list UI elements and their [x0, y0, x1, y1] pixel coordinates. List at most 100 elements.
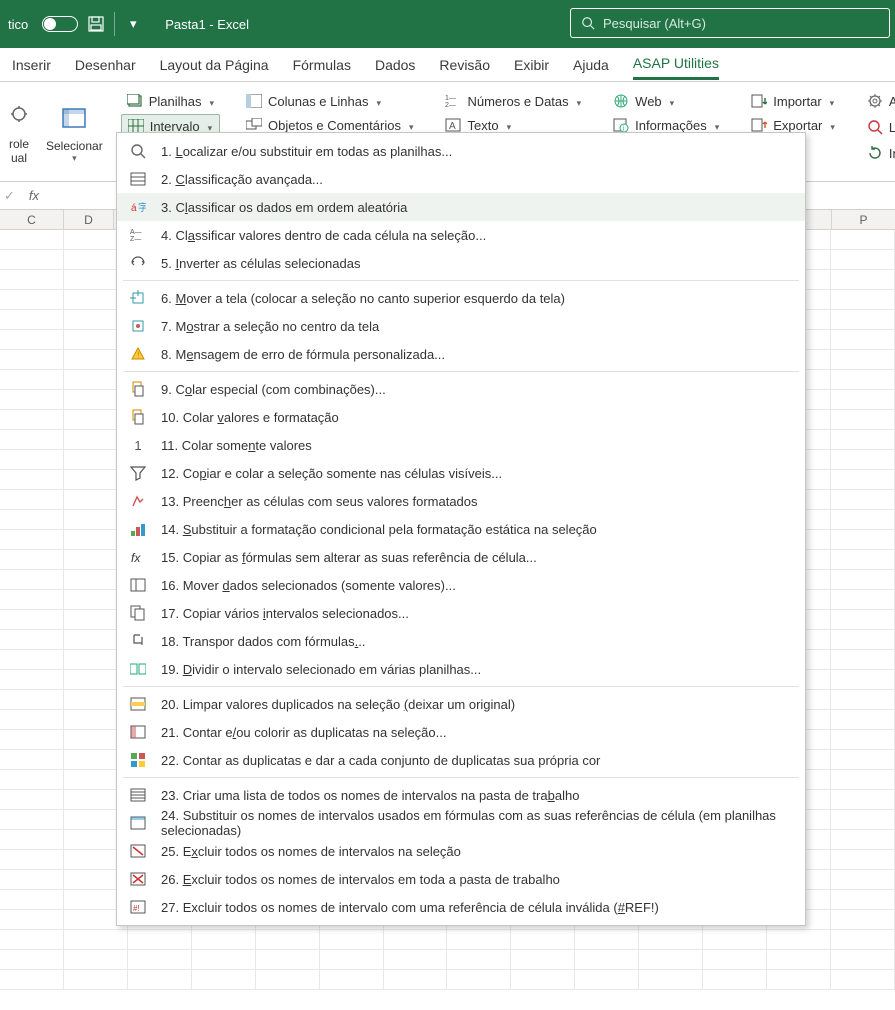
cell[interactable] [831, 930, 895, 949]
cell[interactable] [575, 950, 639, 969]
menu-item-14[interactable]: 14. Substituir a formatação condicional … [117, 515, 805, 543]
tab-ajuda[interactable]: Ajuda [573, 51, 609, 79]
menu-item-25[interactable]: 25. Excluir todos os nomes de intervalos… [117, 837, 805, 865]
table-row[interactable] [0, 950, 895, 970]
cell[interactable] [831, 830, 895, 849]
ribbon-colunas-linhas[interactable]: Colunas e Linhas [240, 90, 419, 112]
cell[interactable] [64, 950, 128, 969]
cell[interactable] [384, 970, 448, 989]
autosave-toggle[interactable] [42, 16, 78, 32]
ribbon-importar[interactable]: Importar [745, 90, 841, 112]
menu-item-26[interactable]: 26. Excluir todos os nomes de intervalos… [117, 865, 805, 893]
table-row[interactable] [0, 930, 895, 950]
menu-item-4[interactable]: A—Z—4. Classificar valores dentro de cad… [117, 221, 805, 249]
tab-revisao[interactable]: Revisão [439, 51, 490, 79]
cell[interactable] [831, 330, 895, 349]
cell[interactable] [0, 810, 64, 829]
cell[interactable] [320, 970, 384, 989]
cell[interactable] [192, 930, 256, 949]
menu-item-19[interactable]: 19. Dividir o intervalo selecionado em v… [117, 655, 805, 683]
customize-qat-icon[interactable]: ▾ [125, 16, 141, 32]
cell[interactable] [0, 890, 64, 909]
cell[interactable] [0, 970, 64, 989]
ribbon-web[interactable]: Web [607, 90, 725, 112]
cell[interactable] [831, 470, 895, 489]
cell[interactable] [0, 390, 64, 409]
cell[interactable] [0, 750, 64, 769]
ribbon-asap-utilities[interactable]: ASAP Utilitie [861, 90, 895, 112]
cell[interactable] [831, 350, 895, 369]
cell[interactable] [0, 610, 64, 629]
cell[interactable] [831, 310, 895, 329]
cell[interactable] [831, 690, 895, 709]
col-d[interactable]: D [64, 210, 114, 229]
cell[interactable] [0, 670, 64, 689]
cell[interactable] [64, 930, 128, 949]
cell[interactable] [0, 770, 64, 789]
cell[interactable] [831, 510, 895, 529]
menu-item-24[interactable]: 24. Substituir os nomes de intervalos us… [117, 809, 805, 837]
cell[interactable] [447, 930, 511, 949]
cell[interactable] [128, 950, 192, 969]
cell[interactable] [831, 710, 895, 729]
cell[interactable] [0, 290, 64, 309]
cell[interactable] [831, 290, 895, 309]
menu-item-5[interactable]: 5. Inverter as células selecionadas [117, 249, 805, 277]
cell[interactable] [447, 970, 511, 989]
menu-item-22[interactable]: 22. Contar as duplicatas e dar a cada co… [117, 746, 805, 774]
cell[interactable] [831, 570, 895, 589]
cell[interactable] [511, 930, 575, 949]
cell[interactable] [0, 830, 64, 849]
ribbon-planilhas[interactable]: Planilhas [121, 90, 220, 112]
cell[interactable] [0, 510, 64, 529]
tab-desenhar[interactable]: Desenhar [75, 51, 136, 79]
cell[interactable] [0, 310, 64, 329]
cell[interactable] [831, 450, 895, 469]
menu-item-7[interactable]: 7. Mostrar a seleção no centro da tela [117, 312, 805, 340]
menu-item-10[interactable]: 10. Colar valores e formatação [117, 403, 805, 431]
menu-item-20[interactable]: 20. Limpar valores duplicados na seleção… [117, 690, 805, 718]
cell[interactable] [831, 790, 895, 809]
ribbon-big-selecionar[interactable]: Selecionar ▾ [38, 86, 111, 181]
tab-asap-utilities[interactable]: ASAP Utilities [633, 49, 719, 80]
menu-item-18[interactable]: 18. Transpor dados com fórmulas... [117, 627, 805, 655]
menu-item-13[interactable]: 13. Preencher as células com seus valore… [117, 487, 805, 515]
cell[interactable] [0, 550, 64, 569]
ribbon-iniciar-ultima[interactable]: Iniciar a últim [861, 142, 895, 164]
cell[interactable] [0, 590, 64, 609]
cell[interactable] [831, 410, 895, 429]
tab-dados[interactable]: Dados [375, 51, 415, 79]
cell[interactable] [831, 810, 895, 829]
menu-item-3[interactable]: á字3. Classificar os dados em ordem aleat… [117, 193, 805, 221]
cell[interactable] [575, 930, 639, 949]
cell[interactable] [0, 470, 64, 489]
cell[interactable] [703, 970, 767, 989]
cell[interactable] [447, 950, 511, 969]
tab-layout[interactable]: Layout da Página [160, 51, 269, 79]
menu-item-8[interactable]: !8. Mensagem de erro de fórmula personal… [117, 340, 805, 368]
cell[interactable] [831, 950, 895, 969]
cell[interactable] [511, 950, 575, 969]
cell[interactable] [0, 790, 64, 809]
cell[interactable] [703, 950, 767, 969]
cell[interactable] [128, 930, 192, 949]
cell[interactable] [0, 870, 64, 889]
cell[interactable] [0, 490, 64, 509]
cell[interactable] [767, 950, 831, 969]
cell[interactable] [0, 530, 64, 549]
cell[interactable] [0, 230, 64, 249]
cell[interactable] [0, 250, 64, 269]
tab-inserir[interactable]: Inserir [12, 51, 51, 79]
cell[interactable] [0, 450, 64, 469]
cell[interactable] [831, 670, 895, 689]
ribbon-big-controle[interactable]: role ual [0, 86, 38, 181]
cell[interactable] [831, 750, 895, 769]
cell[interactable] [831, 630, 895, 649]
cell[interactable] [831, 590, 895, 609]
cell[interactable] [0, 850, 64, 869]
cell[interactable] [831, 250, 895, 269]
menu-item-16[interactable]: 16. Mover dados selecionados (somente va… [117, 571, 805, 599]
cell[interactable] [192, 950, 256, 969]
cell[interactable] [320, 930, 384, 949]
fx-check-icon[interactable]: ✓ [4, 188, 15, 204]
